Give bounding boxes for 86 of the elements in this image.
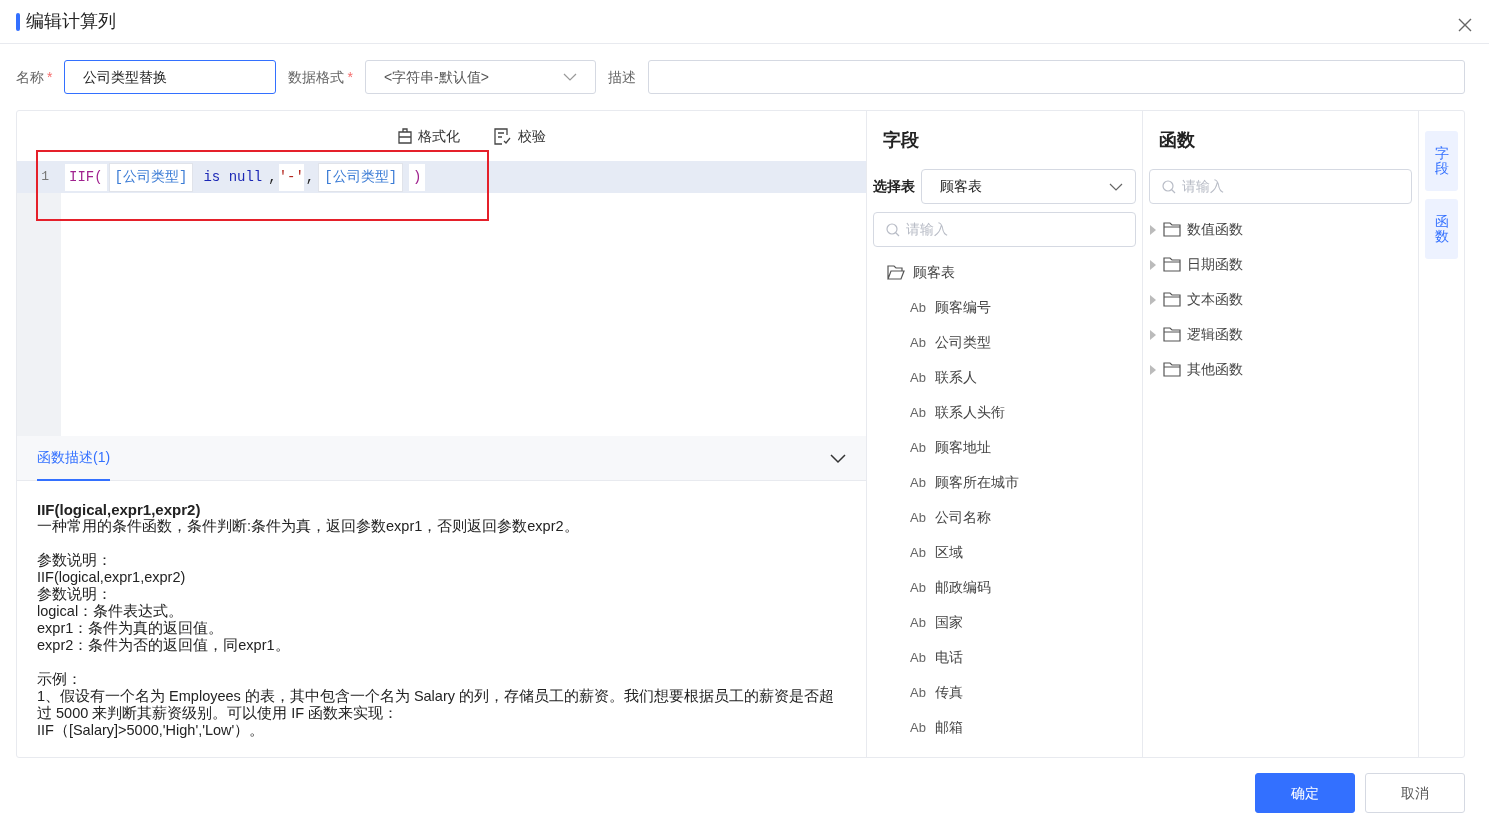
field-item[interactable]: Ab 国家 (873, 605, 1136, 640)
description-input[interactable] (647, 60, 1465, 94)
toolbar-button[interactable]: 校验 (493, 125, 546, 147)
field-item[interactable]: Ab 顾客编号 (873, 290, 1136, 325)
description-text: 1、假设有一个名为 Employees 的表，其中包含一个名为 Salary 的列，存储员工的薪资。我们想要根据员工的薪资是否超过 5000 来判断其薪资级别。可以使用 IF 函数来实现： (37, 688, 835, 722)
text-type-icon: Ab (910, 367, 927, 388)
side-tab[interactable]: 函数 (1425, 199, 1458, 259)
toolbar-button[interactable]: 格式化 (397, 125, 460, 147)
format-select[interactable]: <字符串-默认值> (364, 60, 596, 94)
code-function: ) (409, 163, 426, 191)
name-input[interactable]: 公司类型替换 (64, 60, 277, 94)
field-token[interactable]: [公司类型] (318, 162, 404, 192)
field-label: 数据格式 (288, 68, 345, 85)
text-type-icon: Ab (910, 542, 927, 563)
text-type-icon: Ab (910, 577, 927, 598)
title-accent-bar (16, 12, 20, 31)
code-string: '-' (278, 163, 304, 191)
description-text: logical：条件表达式。 (37, 603, 185, 620)
folder-icon (1163, 222, 1181, 237)
text-type-icon: Ab (910, 297, 927, 318)
table-select[interactable]: 顾客表 (921, 169, 1136, 204)
field-item[interactable]: Ab 传真 (873, 675, 1136, 710)
checklist-icon (493, 127, 512, 145)
folder-icon (1163, 327, 1181, 342)
field-item[interactable]: Ab 邮箱 (873, 710, 1136, 745)
function-group-item[interactable]: 日期函数 (1149, 247, 1412, 282)
search-icon (1162, 179, 1176, 194)
description-text: 一种常用的条件函数，条件判断:条件为真，返回参数expr1，否则返回参数expr2。 (37, 518, 580, 535)
code-punctuation: , (267, 167, 278, 187)
dialog-title: 编辑计算列 (26, 10, 116, 33)
text-type-icon: Ab (910, 647, 927, 668)
field-item[interactable]: Ab 邮政编码 (873, 570, 1136, 605)
text-type-icon: Ab (910, 682, 927, 703)
field-item[interactable]: Ab 联系人头衔 (873, 395, 1136, 430)
line-number: 1 (17, 161, 61, 193)
code-punctuation: , (304, 167, 316, 187)
text-type-icon: Ab (910, 437, 927, 458)
cancel-button[interactable]: 取消 (1365, 773, 1465, 813)
required-asterisk: * (47, 68, 53, 85)
description-text: 参数说明： (37, 552, 113, 569)
field-item[interactable]: Ab 顾客所在城市 (873, 465, 1136, 500)
folder-icon (1163, 257, 1181, 272)
description-text: 参数说明： (37, 586, 113, 603)
function-group-item[interactable]: 数值函数 (1149, 212, 1412, 247)
function-group-item[interactable]: 其他函数 (1149, 352, 1412, 387)
field-item[interactable]: Ab 公司名称 (873, 500, 1136, 535)
code-keyword: is null (202, 167, 264, 187)
code-function: IIF( (65, 163, 107, 191)
text-type-icon: Ab (910, 472, 927, 493)
text-type-icon: Ab (910, 402, 927, 423)
text-type-icon: Ab (910, 717, 927, 738)
folder-icon (1163, 362, 1181, 377)
text-type-icon: Ab (910, 612, 927, 633)
description-tab[interactable]: 函数描述(1) (37, 436, 111, 481)
field-label: 名称 (16, 68, 44, 85)
field-item[interactable]: Ab 区域 (873, 535, 1136, 570)
select-label: 选择表 (873, 177, 915, 196)
description-text: expr2：条件为否的返回值，同expr1。 (37, 637, 291, 654)
field-item[interactable]: Ab 顾客地址 (873, 430, 1136, 465)
function-signature: IIF(logical,expr1,expr2) (37, 501, 201, 518)
panel-title: 字段 (882, 128, 920, 152)
field-item[interactable]: Ab 联系人 (873, 360, 1136, 395)
function-group-item[interactable]: 逻辑函数 (1149, 317, 1412, 352)
description-text: expr1：条件为真的返回值。 (37, 620, 225, 637)
field-label: 描述 (607, 68, 636, 85)
chevron-down-icon (1109, 182, 1123, 191)
description-text: IIF（[Salary]>5000,'High','Low'）。 (37, 722, 266, 739)
description-text: 示例： (37, 671, 83, 688)
search-icon (886, 222, 900, 237)
text-type-icon: Ab (910, 332, 927, 353)
confirm-button[interactable]: 确定 (1255, 773, 1355, 813)
field-item[interactable]: Ab 电话 (873, 640, 1136, 675)
field-token[interactable]: [公司类型] (108, 162, 194, 192)
chevron-down-icon (830, 453, 846, 464)
tree-folder-item[interactable]: 顾客表 (873, 255, 1136, 290)
folder-icon (1163, 292, 1181, 307)
function-group-item[interactable]: 文本函数 (1149, 282, 1412, 317)
field-item[interactable]: Ab 公司类型 (873, 325, 1136, 360)
chevron-down-icon (562, 73, 577, 81)
close-icon (1458, 17, 1472, 32)
open-folder-icon (887, 265, 905, 280)
side-tab[interactable]: 字段 (1425, 131, 1458, 191)
required-asterisk: * (347, 68, 353, 85)
description-text: IIF(logical,expr1,expr2) (37, 569, 187, 586)
text-type-icon: Ab (910, 507, 927, 528)
panel-title: 函数 (1158, 128, 1196, 152)
